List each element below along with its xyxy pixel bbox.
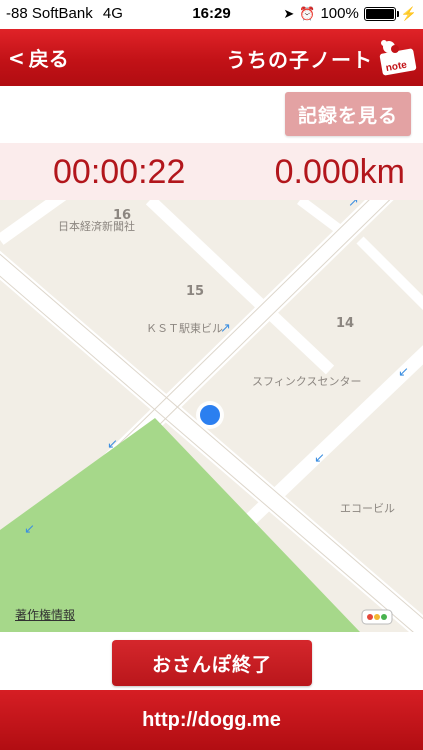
svg-text:↗: ↗: [348, 200, 359, 210]
svg-text:↙: ↙: [314, 451, 325, 466]
elapsed-time: 00:00:22: [53, 153, 186, 191]
block-15-label: 15: [186, 284, 204, 299]
battery-percent: 100%: [320, 5, 359, 22]
battery-icon: [363, 6, 399, 21]
chevron-left-icon: <: [8, 45, 25, 70]
action-row: 記録を見る: [0, 86, 423, 143]
svg-text:↙: ↙: [24, 522, 35, 537]
svg-text:↙: ↙: [398, 365, 409, 380]
nav-header: < 戻る うちの子ノート note: [0, 29, 423, 87]
status-bar: -88 SoftBank 4G 16:29 ➤ ⏰ 100% ⚡: [0, 0, 423, 29]
app-logo: note: [375, 37, 417, 77]
distance: 0.000km: [274, 153, 405, 191]
nikkei-label: 日本経済新聞社: [58, 219, 135, 233]
block-14-label: 14: [336, 316, 354, 331]
alarm-icon: ⏰: [299, 5, 316, 21]
current-location-icon: [198, 403, 222, 427]
location-arrow-icon: ➤: [283, 5, 295, 21]
eco-label: エコービル: [340, 502, 395, 515]
copyright-link[interactable]: 著作権情報: [15, 606, 75, 623]
svg-text:↙: ↙: [107, 437, 118, 452]
end-walk-button[interactable]: おさんぽ終了: [112, 640, 312, 686]
footer-link[interactable]: http://dogg.me: [0, 690, 423, 750]
kst-label: ＫＳＴ駅東ビル: [146, 322, 223, 335]
end-row: おさんぽ終了: [0, 632, 423, 690]
traffic-icon: [361, 609, 393, 625]
map-view[interactable]: ↗ ↙ ↙ ↙ ↙ ↗ 16 日本経済新聞社 15 ＫＳＴ駅東ビル 14 スフィ…: [0, 200, 423, 632]
charging-icon: ⚡: [400, 5, 417, 21]
walk-stats: 00:00:22 0.000km: [0, 143, 423, 200]
page-title: うちの子ノート: [226, 48, 373, 72]
back-label: 戻る: [28, 47, 69, 71]
view-records-button[interactable]: 記録を見る: [285, 92, 411, 136]
back-button[interactable]: < 戻る: [8, 43, 69, 72]
sphinx-label: スフィンクスセンター: [252, 375, 361, 388]
status-right: ➤ ⏰ 100% ⚡: [283, 5, 417, 22]
